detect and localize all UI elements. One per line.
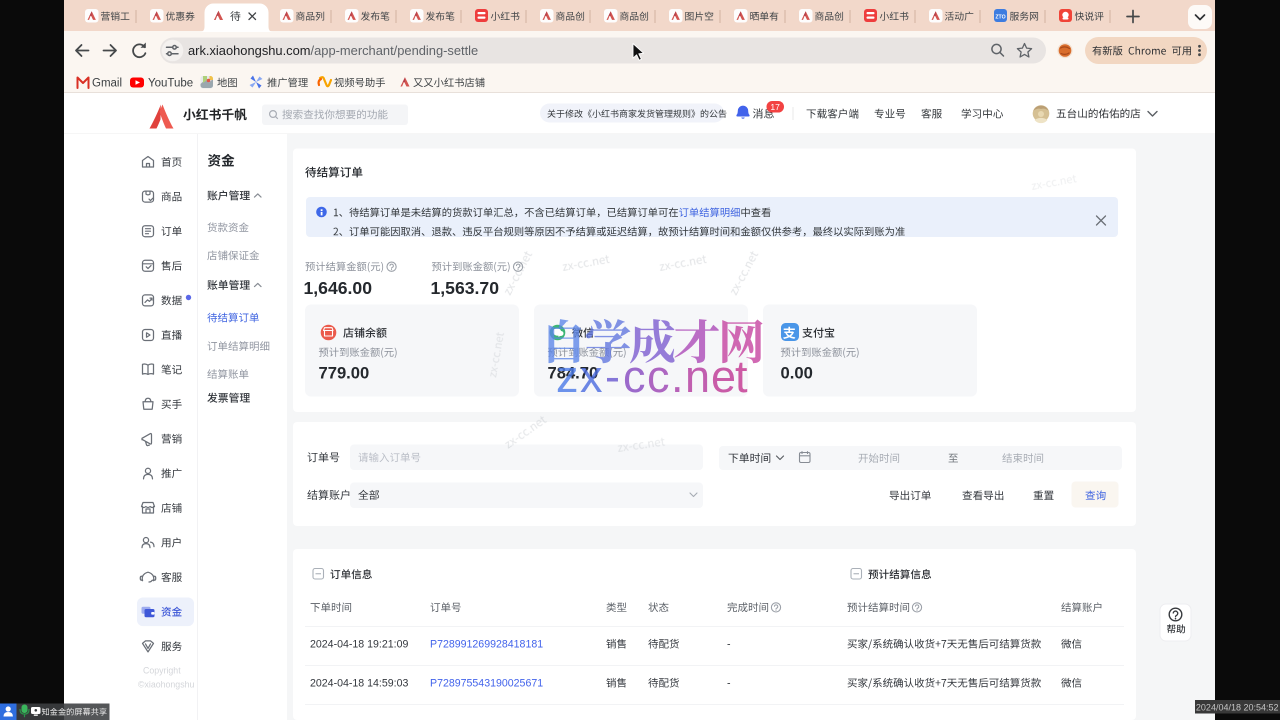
svg-text:P728991269928418181: P728991269928418181 xyxy=(430,639,543,651)
svg-text:2024-04-18 14:59:03: 2024-04-18 14:59:03 xyxy=(310,678,408,690)
svg-text:2024/04/18 20:54:52: 2024/04/18 20:54:52 xyxy=(1196,703,1279,713)
svg-text:t: t xyxy=(735,351,748,402)
svg-text:-: - xyxy=(727,639,731,651)
svg-text:1,563.70: 1,563.70 xyxy=(431,278,500,298)
svg-text:P728975543190025671: P728975543190025671 xyxy=(430,678,543,690)
svg-text:YouTube: YouTube xyxy=(148,78,193,90)
svg-text:Copyright: Copyright xyxy=(143,666,181,676)
svg-text:e: e xyxy=(711,351,736,402)
svg-text:c: c xyxy=(623,351,646,402)
svg-text:ZTO: ZTO xyxy=(995,15,1005,21)
svg-text:-: - xyxy=(605,351,620,402)
svg-text:779.00: 779.00 xyxy=(319,364,370,383)
svg-text:z: z xyxy=(556,351,579,402)
svg-text:.: . xyxy=(671,351,684,402)
svg-text:Gmail: Gmail xyxy=(92,78,122,90)
svg-text:c: c xyxy=(647,351,670,402)
svg-text:©xiaohongshu: ©xiaohongshu xyxy=(138,680,194,690)
svg-text:0.00: 0.00 xyxy=(781,364,813,383)
svg-text:-: - xyxy=(727,678,731,690)
svg-text:1,646.00: 1,646.00 xyxy=(304,278,373,298)
svg-text:17: 17 xyxy=(770,102,780,112)
svg-text:x: x xyxy=(580,351,603,402)
svg-text:2024-04-18 19:21:09: 2024-04-18 19:21:09 xyxy=(310,639,408,651)
svg-text:n: n xyxy=(685,351,710,402)
svg-text:ark.xiaohongshu.com/app-mercha: ark.xiaohongshu.com/app-merchant/pending… xyxy=(188,43,478,58)
